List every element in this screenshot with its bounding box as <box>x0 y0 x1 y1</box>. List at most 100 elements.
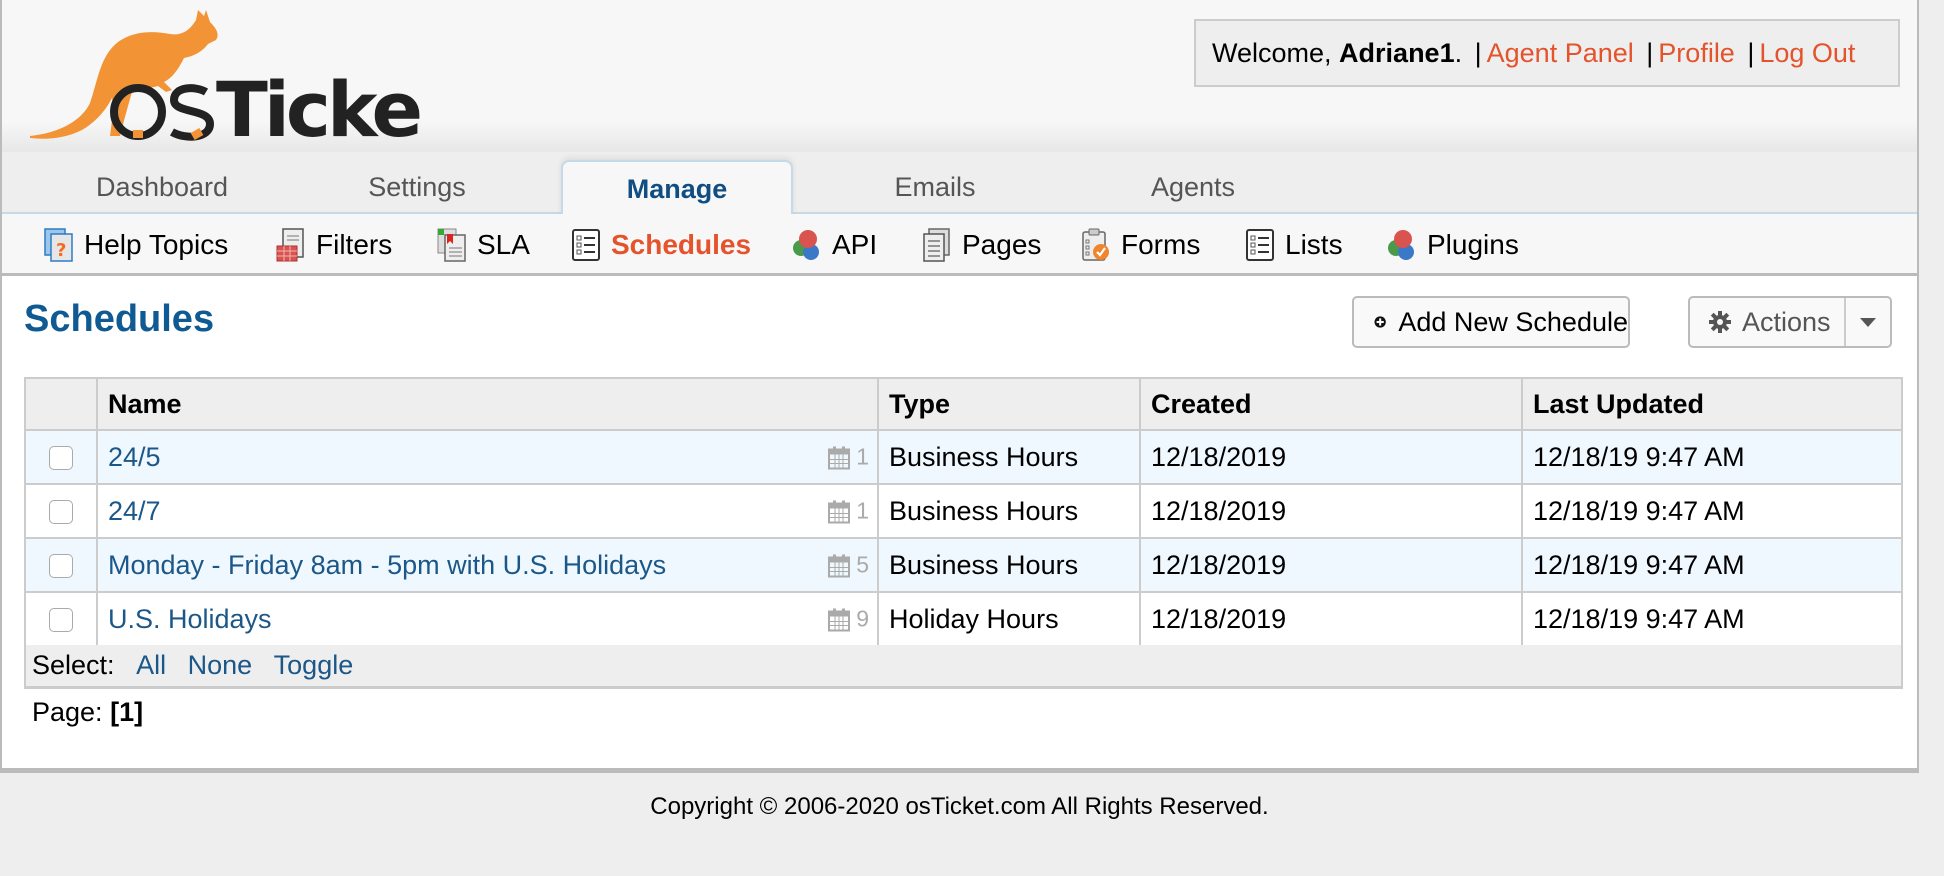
created-cell: 12/18/2019 <box>1139 537 1523 593</box>
row-checkbox[interactable] <box>49 446 73 471</box>
calendar-icon <box>828 554 851 577</box>
created-cell: 12/18/2019 <box>1139 483 1523 539</box>
table-row: U.S. Holidays 9 Holiday Hours 12/18/2019 … <box>24 591 1903 647</box>
tab-emails[interactable]: Emails <box>822 160 1048 216</box>
subnav-filters[interactable]: Filters <box>276 226 392 264</box>
subnav-label: SLA <box>477 229 530 260</box>
separator: | <box>1474 38 1482 68</box>
schedule-link[interactable]: Monday - Friday 8am - 5pm with U.S. Holi… <box>108 550 666 580</box>
page-title: Schedules <box>24 298 215 340</box>
subnav-label: Pages <box>962 229 1042 260</box>
profile-link[interactable]: Profile <box>1658 38 1735 68</box>
main-nav: Dashboard Settings Manage Emails Agents <box>2 152 1917 216</box>
select-toggle-link[interactable]: Toggle <box>274 650 354 680</box>
updated-cell: 12/18/19 9:47 AM <box>1521 429 1903 485</box>
subnav-label: Filters <box>316 229 393 260</box>
logout-link[interactable]: Log Out <box>1759 38 1855 68</box>
subnav-label: Help Topics <box>84 229 229 260</box>
agent-panel-link[interactable]: Agent Panel <box>1487 38 1634 68</box>
entries-count: 5 <box>828 552 869 579</box>
subnav-label: Schedules <box>611 229 752 260</box>
kangaroo-logo-icon: Ticket <box>30 10 458 154</box>
table-row: Monday - Friday 8am - 5pm with U.S. Holi… <box>24 537 1903 593</box>
schedules-icon <box>571 228 601 262</box>
entries-count-value: 9 <box>856 605 869 632</box>
footer-copyright: Copyright © 2006-2020 osTicket.com All R… <box>650 793 1269 820</box>
entries-count: 9 <box>828 606 869 633</box>
filters-icon <box>276 228 306 262</box>
column-header-type[interactable]: Type <box>877 377 1141 431</box>
select-none-link[interactable]: None <box>188 650 253 680</box>
calendar-icon <box>828 500 851 523</box>
column-header-last-updated[interactable]: Last Updated <box>1521 377 1903 431</box>
row-checkbox[interactable] <box>49 608 73 633</box>
tab-settings[interactable]: Settings <box>302 160 532 216</box>
row-checkbox-cell <box>24 537 98 593</box>
row-checkbox-cell <box>24 483 98 539</box>
header: Ticket Welcome, Adriane1. |Agent Panel |… <box>2 0 1917 154</box>
subnav-label: Forms <box>1121 229 1201 260</box>
user-info-bar: Welcome, Adriane1. | Agent Panel | Profile… <box>1194 19 1900 87</box>
table-row: 24/7 1 Business Hours 12/18/2019 12/18/19… <box>24 483 1903 539</box>
tab-agents[interactable]: Agents <box>1078 160 1308 216</box>
subnav-lists[interactable]: Lists <box>1245 226 1343 264</box>
table-header-row: Name Type Created Last Updated <box>24 377 1903 431</box>
plus-circle-icon <box>1374 316 1386 328</box>
updated-cell: 12/18/19 9:47 AM <box>1521 483 1903 539</box>
column-header-created[interactable]: Created <box>1139 377 1523 431</box>
add-new-schedule-button[interactable]: Add New Schedule <box>1352 296 1630 348</box>
tab-manage[interactable]: Manage <box>561 160 793 216</box>
updated-cell: 12/18/19 9:47 AM <box>1521 537 1903 593</box>
subnav-sla[interactable]: SLA <box>437 226 530 264</box>
gear-icon <box>1709 311 1731 333</box>
subnav-plugins[interactable]: Plugins <box>1387 226 1519 264</box>
entries-count: 1 <box>828 444 869 471</box>
table-row: 24/5 1 Business Hours 12/18/2019 12/18/19… <box>24 429 1903 485</box>
type-cell: Business Hours <box>877 429 1141 485</box>
schedule-link[interactable]: 24/7 <box>108 496 161 526</box>
welcome-prefix: Welcome, <box>1212 38 1340 68</box>
welcome-suffix: . <box>1454 38 1463 68</box>
name-cell: U.S. Holidays 9 <box>96 591 879 647</box>
schedules-table: Name Type Created Last Updated 24/5 1 Bus… <box>24 377 1903 647</box>
name-cell: 24/7 1 <box>96 483 879 539</box>
pages-icon <box>922 228 952 262</box>
forms-icon <box>1081 228 1111 262</box>
name-cell: 24/5 1 <box>96 429 879 485</box>
username: Adriane1 <box>1339 38 1455 68</box>
svg-text:?: ? <box>56 240 66 261</box>
tab-dashboard[interactable]: Dashboard <box>42 160 282 216</box>
actions-button[interactable]: Actions <box>1688 296 1892 348</box>
column-header-name[interactable]: Name <box>96 377 879 431</box>
pagination: Page: [1] <box>32 697 143 728</box>
type-cell: Business Hours <box>877 483 1141 539</box>
entries-count: 1 <box>828 498 869 525</box>
subnav-label: Plugins <box>1427 229 1519 260</box>
subnav-api[interactable]: API <box>792 226 877 264</box>
select-all-link[interactable]: All <box>136 650 166 680</box>
osticket-logo[interactable]: Ticket <box>20 8 458 154</box>
subnav-pages[interactable]: Pages <box>922 226 1041 264</box>
row-checkbox-cell <box>24 429 98 485</box>
updated-cell: 12/18/19 9:47 AM <box>1521 591 1903 647</box>
name-cell: Monday - Friday 8am - 5pm with U.S. Holi… <box>96 537 879 593</box>
subnav-schedules[interactable]: Schedules <box>571 226 751 264</box>
type-cell: Holiday Hours <box>877 591 1141 647</box>
type-cell: Business Hours <box>877 537 1141 593</box>
entries-count-value: 1 <box>856 497 869 524</box>
actions-dropdown-toggle[interactable] <box>1844 298 1890 346</box>
schedule-link[interactable]: U.S. Holidays <box>108 604 272 634</box>
subnav-forms[interactable]: Forms <box>1081 226 1200 264</box>
lists-icon <box>1245 228 1275 262</box>
row-checkbox[interactable] <box>49 554 73 579</box>
api-icon <box>792 228 822 262</box>
sla-icon <box>437 228 467 262</box>
schedule-link[interactable]: 24/5 <box>108 442 161 472</box>
add-new-schedule-label: Add New Schedule <box>1398 306 1628 337</box>
caret-down-icon <box>1860 317 1876 327</box>
current-page: [1] <box>110 697 144 727</box>
page-container: Ticket Welcome, Adriane1. |Agent Panel |… <box>0 0 1919 773</box>
subnav-label: API <box>832 229 878 260</box>
subnav-help-topics[interactable]: ? Help Topics <box>44 226 228 264</box>
row-checkbox[interactable] <box>49 500 73 525</box>
